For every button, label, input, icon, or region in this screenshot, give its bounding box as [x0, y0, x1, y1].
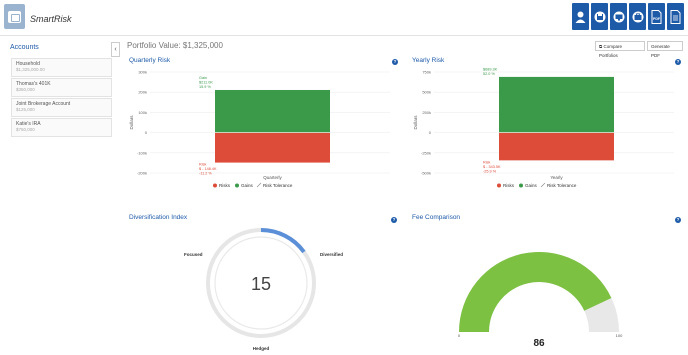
quarterly-gain-label: 15.9 % [199, 85, 211, 89]
pdf-icon[interactable]: PDF [648, 3, 665, 30]
quarterly-y-axis-label: Dollars [129, 115, 134, 130]
yearly-risk-chart: 750k500k250k0-250k-500kDollarsGain$689.3… [413, 66, 674, 188]
fee-gauge-max: 100 [616, 333, 623, 338]
yearly-help-icon[interactable]: ? [675, 59, 681, 65]
save-icon[interactable] [591, 3, 608, 30]
app-logo [4, 4, 25, 29]
diversification-value: 15 [251, 274, 271, 294]
yearly-legend-gains: Gains [525, 183, 538, 188]
yearly-risk-label: Risk [483, 160, 490, 164]
fee-help-icon[interactable]: ? [675, 217, 681, 223]
yearly-gain-label: 52.0 % [483, 72, 495, 76]
account-item-household[interactable]: Household $1,325,000.00 [11, 58, 112, 77]
yearly-risk-title: Yearly Risk [412, 57, 445, 64]
fee-comparison-title: Fee Comparison [412, 214, 461, 221]
yearly-legend-risks-marker [497, 183, 501, 188]
quarterly-legend-gains-marker [235, 183, 239, 188]
account-item-joint-brokerage[interactable]: Joint Brokerage Account $125,000 [11, 98, 112, 117]
account-balance: $125,000 [16, 107, 35, 112]
compare-label: Compare Portfolios [599, 44, 622, 58]
sidebar-collapse-button[interactable]: ‹ [111, 42, 120, 57]
account-balance: $350,000 [16, 87, 35, 92]
fee-gauge-value-label: 86 [533, 338, 545, 349]
quarterly-risk-label: -11.2 % [199, 172, 212, 176]
quarterly-gain-label: $211.0K [199, 80, 213, 84]
diversified-label: Diversified [320, 252, 343, 257]
yearly-y-tick: 0 [429, 130, 432, 135]
quarterly-y-tick: -100k [137, 150, 147, 155]
quarterly-y-tick: 100k [138, 110, 147, 115]
quarterly-x-tick: Quarterly [263, 175, 282, 180]
fee-comparison-gauge: 0 100 86 [458, 252, 623, 349]
quarterly-y-tick: 200k [138, 90, 147, 95]
yearly-y-axis-label: Dollars [413, 115, 418, 130]
account-balance: $750,000 [16, 127, 35, 132]
yearly-risk-label: -25.9 % [483, 169, 497, 173]
quarterly-legend-risks-marker [213, 183, 217, 188]
account-item-ira[interactable]: Katie's IRA $750,000 [11, 118, 112, 137]
portfolio-icon[interactable] [629, 3, 646, 30]
document-icon[interactable] [667, 3, 684, 30]
focused-label: Focused [184, 252, 203, 257]
compare-portfolios-button[interactable]: ⧉ Compare Portfolios [595, 41, 645, 58]
toolbar-icons: PDF [572, 3, 684, 30]
yearly-legend-risks: Risks [503, 183, 515, 188]
quarterly-y-tick: 300k [138, 70, 147, 75]
yearly-y-tick: -250k [421, 150, 431, 155]
monitor-icon[interactable] [610, 3, 627, 30]
quarterly-legend-gains: Gains [241, 183, 254, 188]
generate-pdf-button[interactable]: Generate PDF [647, 41, 683, 58]
hedged-label: Hedged [253, 346, 270, 351]
quarterly-y-tick: 0 [145, 130, 148, 135]
quarterly-gain-label: Gain [199, 76, 207, 80]
yearly-legend-gains-marker [519, 183, 523, 188]
diversification-help-icon[interactable]: ? [391, 217, 397, 223]
pdf-label: PDF [653, 17, 661, 21]
quarterly-legend-risks: Risks [219, 183, 231, 188]
quarterly-help-icon[interactable]: ? [392, 59, 398, 65]
user-icon[interactable] [572, 3, 589, 30]
diversification-gauge: 15 Focused Diversified Hedged [184, 228, 343, 351]
yearly-y-tick: -500k [421, 171, 431, 176]
yearly-y-tick: 500k [422, 90, 431, 95]
yearly-y-tick: 750k [422, 70, 431, 75]
yearly-x-tick: Yearly [550, 175, 563, 180]
account-balance: $1,325,000.00 [16, 67, 45, 72]
yearly-legend-tolerance: Risk Tolerance [547, 183, 577, 188]
yearly-gain-bar [499, 76, 614, 133]
quarterly-risk-label: $ - 148.4K [199, 167, 217, 171]
portfolio-value: Portfolio Value: $1,325,000 [127, 41, 223, 50]
main-content: Portfolio Value: $1,325,000 ⧉ Compare Po… [120, 36, 688, 355]
quarterly-legend-tolerance-marker [256, 182, 262, 188]
yearly-legend-tolerance-marker [540, 182, 546, 188]
fee-gauge-min: 0 [458, 333, 461, 338]
diversification-title: Diversification Index [129, 214, 188, 221]
quarterly-risk-title: Quarterly Risk [129, 57, 171, 64]
account-item-401k[interactable]: Thomas's 401K $350,000 [11, 78, 112, 97]
quarterly-legend-tolerance: Risk Tolerance [263, 183, 293, 188]
top-bar: SmartRisk PDF [0, 0, 688, 36]
yearly-gain-label: $689.3K [483, 67, 498, 71]
sidebar-title: Accounts [10, 44, 39, 51]
yearly-risk-bar [499, 132, 614, 161]
quarterly-risk-label: Risk [199, 163, 206, 167]
yearly-risk-label: $ - 343.5K [483, 165, 501, 169]
accounts-sidebar: Accounts Household $1,325,000.00 Thomas'… [0, 36, 112, 355]
app-name: SmartRisk [30, 14, 72, 24]
yearly-y-tick: 250k [422, 110, 431, 115]
quarterly-gain-bar [215, 89, 330, 133]
quarterly-y-tick: -200k [137, 171, 147, 176]
quarterly-risk-bar [215, 132, 330, 163]
quarterly-risk-chart: 300k 200k 100k 0 -100k -200k Dollars Gain$211.0… [129, 70, 390, 188]
